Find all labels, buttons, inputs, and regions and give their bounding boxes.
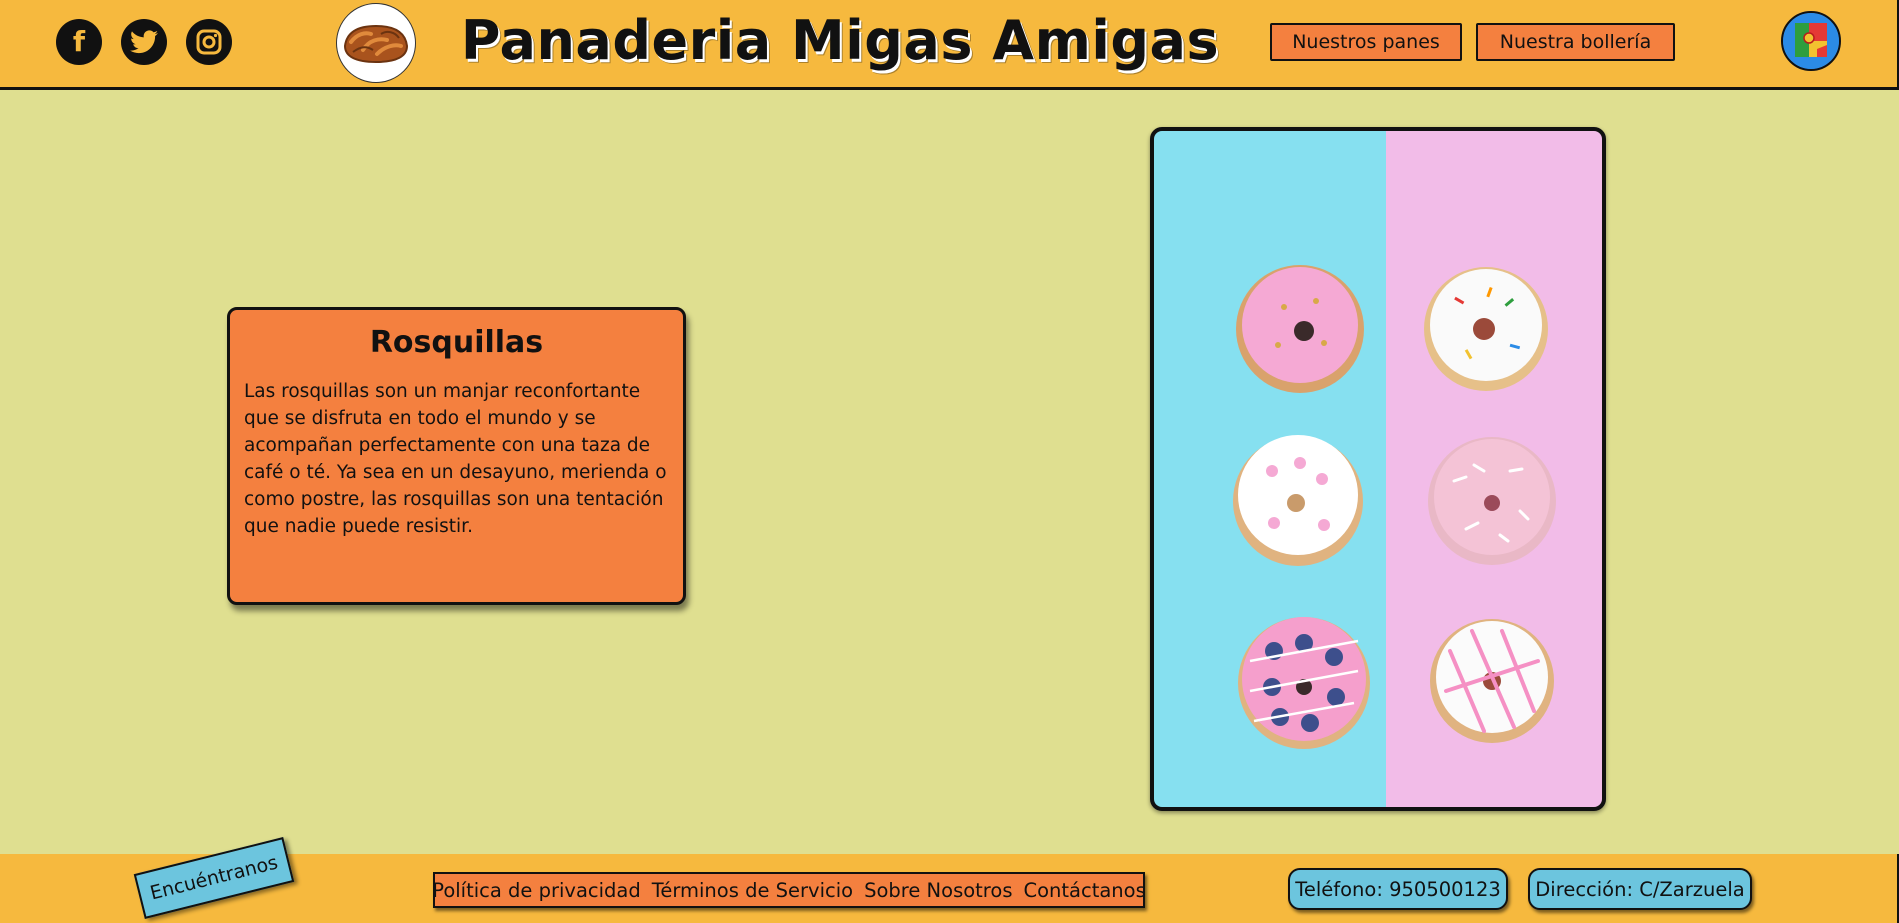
instagram-icon[interactable] bbox=[186, 19, 232, 65]
donut-pink-blueberries bbox=[1238, 617, 1370, 749]
donut-pink-gold bbox=[1236, 265, 1364, 393]
twitter-bird-icon bbox=[130, 30, 158, 54]
phone-badge: Teléfono: 950500123 bbox=[1288, 868, 1508, 910]
card-title: Rosquillas bbox=[369, 325, 544, 360]
about-us-link[interactable]: Sobre Nosotros bbox=[864, 879, 1012, 902]
address-badge: Dirección: C/Zarzuela bbox=[1528, 868, 1752, 910]
terms-of-service-link[interactable]: Términos de Servicio bbox=[652, 879, 853, 902]
facebook-icon[interactable]: f bbox=[56, 19, 102, 65]
site-header: f Panaderia Migas Amigas Nuestros panes … bbox=[0, 0, 1899, 90]
instagram-camera-icon bbox=[196, 29, 222, 55]
card-description: Las rosquillas son un manjar reconfortan… bbox=[244, 381, 667, 537]
bread-logo-icon[interactable] bbox=[336, 3, 416, 83]
facebook-glyph: f bbox=[72, 25, 86, 58]
bread-illustration bbox=[343, 24, 409, 64]
nav-button-bolleria[interactable]: Nuestra bollería bbox=[1476, 23, 1675, 61]
donut-pink-coconut bbox=[1428, 437, 1556, 565]
donut-white-sprinkles bbox=[1424, 267, 1548, 391]
donuts-illustration bbox=[1154, 131, 1602, 807]
donuts-photo bbox=[1150, 127, 1606, 811]
footer-links: Política de privacidad Términos de Servi… bbox=[432, 872, 1146, 908]
donut-white-pink-drizzle bbox=[1430, 619, 1554, 743]
portugal-spain-flag-icon bbox=[1783, 13, 1839, 69]
product-card: Rosquillas Las rosquillas son un manjar … bbox=[227, 307, 686, 605]
site-title: Panaderia Migas Amigas bbox=[460, 9, 1220, 72]
donut-white-pink-dots bbox=[1233, 435, 1363, 566]
contact-us-link[interactable]: Contáctanos bbox=[1023, 879, 1145, 902]
twitter-icon[interactable] bbox=[121, 19, 167, 65]
language-flag-icon[interactable] bbox=[1781, 11, 1841, 71]
privacy-policy-link[interactable]: Política de privacidad bbox=[432, 879, 640, 902]
nav-button-panes[interactable]: Nuestros panes bbox=[1270, 23, 1462, 61]
